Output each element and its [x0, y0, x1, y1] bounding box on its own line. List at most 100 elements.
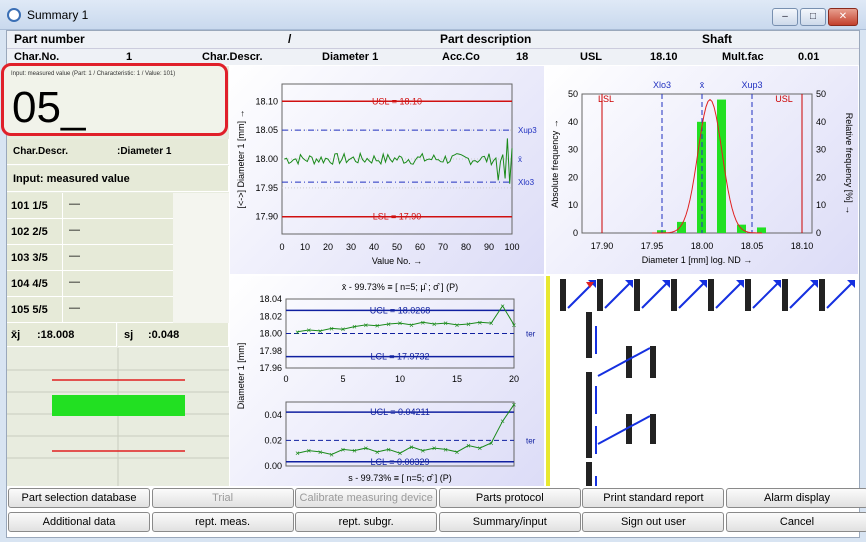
rept-meas-button[interactable]: rept. meas. [151, 512, 294, 532]
s-cell: sj :0.048 [118, 323, 229, 347]
xbar-point: × [375, 322, 380, 331]
measurement-row[interactable]: 104 4/5 — [7, 271, 229, 297]
sign-out-user-button[interactable]: Sign out user [582, 512, 725, 532]
lcl-label: LCL = 17.9732 [371, 352, 430, 362]
value-series-line [284, 138, 513, 184]
s-y-tick: 0.04 [264, 410, 282, 420]
y-axis-label: Absolute frequency → [550, 119, 560, 208]
s-label: sj [124, 329, 134, 341]
xbar-x-tick: 0 [283, 374, 288, 384]
ucl-label: UCL = 18.0268 [370, 305, 430, 315]
y-tick-label: 10 [568, 200, 578, 210]
y-tick-label: 0 [573, 228, 578, 238]
usl-label: USL = 18.10 [372, 96, 422, 106]
histogram-bar [757, 227, 766, 233]
s-point: × [466, 442, 471, 451]
sample-arrow [597, 347, 651, 377]
measurement-row[interactable]: 102 2/5 — [7, 219, 229, 245]
x-tick-label: 18.00 [691, 241, 714, 251]
s-point: × [432, 444, 437, 453]
char-descr-row: Char.Descr. :Diameter 1 [7, 139, 229, 165]
parts-protocol-button[interactable]: Parts protocol [438, 488, 581, 508]
sample-column [745, 279, 751, 311]
y-tick-label: 30 [568, 145, 578, 155]
lsl-label: LSL = 17.90 [373, 212, 421, 222]
xbar-x-tick: 20 [509, 374, 519, 384]
x-tick-label: 20 [323, 242, 333, 252]
y-tick-label: 17.90 [255, 212, 278, 222]
usl-label: USL [580, 51, 602, 63]
xbar-point: × [489, 319, 494, 328]
right-limit-label: Xlo3 [518, 178, 535, 187]
print-standard-report-button[interactable]: Print standard report [582, 488, 725, 508]
measurement-label: 101 1/5 [11, 200, 48, 212]
close-icon: ✕ [838, 11, 848, 22]
part-selection-database-button[interactable]: Part selection database [8, 488, 150, 508]
right-limit-label: Xup3 [518, 126, 537, 135]
y2-tick-label: 10 [816, 200, 826, 210]
measurement-label: 102 2/5 [11, 226, 48, 238]
s-y-tick: 0.02 [264, 435, 282, 445]
xbar-point: × [341, 325, 346, 334]
xbar-point: × [420, 318, 425, 327]
close-button[interactable]: ✕ [828, 8, 858, 26]
summary-input-button[interactable]: Summary/input [438, 512, 581, 532]
measurement-value: — [69, 302, 80, 314]
input-field[interactable]: Input: measured value (Part: 1 / Charact… [1, 63, 228, 136]
rept-subgr-button[interactable]: rept. subgr. [295, 512, 438, 532]
minimize-button[interactable]: – [772, 8, 798, 26]
sample-arrow [826, 281, 854, 309]
char-no-label: Char.No. [14, 51, 60, 63]
measurement-row[interactable]: 105 5/5 — [7, 297, 229, 323]
s-point: × [500, 417, 505, 426]
sample-column [819, 279, 825, 311]
alarm-display-button[interactable]: Alarm display [726, 488, 866, 508]
s-point: × [512, 401, 517, 410]
y-tick-label: 40 [568, 117, 578, 127]
x-tick-label: 90 [484, 242, 494, 252]
part-number-separator: / [288, 32, 292, 46]
value-chart-panel: 18.10 18.05 18.00 17.95 17.90 0 10 20 30 40 50 60 70… [230, 66, 544, 274]
app-icon [7, 8, 21, 22]
measurement-value: — [69, 276, 80, 288]
maximize-button[interactable]: □ [800, 8, 826, 26]
x-tick-label: 17.95 [641, 241, 664, 251]
s-point: × [477, 444, 482, 453]
y2-tick-label: 20 [816, 172, 826, 182]
y-tick-label: 18.10 [255, 96, 278, 106]
xbar-point: × [386, 320, 391, 329]
additional-data-button[interactable]: Additional data [8, 512, 150, 532]
header-divider [7, 48, 859, 49]
s-point: × [409, 443, 414, 452]
xbar-y-tick: 17.96 [259, 363, 282, 373]
y-axis-label: [<->] Diameter 1 [mm] → [236, 109, 246, 208]
measurement-row[interactable]: 101 1/5 — [7, 193, 229, 219]
xbar-point: × [363, 321, 368, 330]
trial-button[interactable]: Trial [151, 488, 294, 508]
s-point: × [352, 447, 357, 456]
sample-arrow [641, 281, 669, 309]
sample-column [586, 412, 592, 458]
acc-label: Acc.Co [442, 51, 480, 63]
calibrate-measuring-device-button[interactable]: Calibrate measuring device [295, 488, 438, 508]
part-description-label: Part description [440, 32, 532, 46]
measurement-value: — [69, 198, 80, 210]
s-point: × [341, 445, 346, 454]
left-char-descr-label: Char.Descr. [13, 146, 69, 157]
measurement-row[interactable]: 103 3/5 — [7, 245, 229, 271]
xbar-y-tick: 17.98 [259, 346, 282, 356]
x-tick-label: 18.05 [741, 241, 764, 251]
y2-tick-label: 30 [816, 145, 826, 155]
measurement-label: 105 5/5 [11, 304, 48, 316]
yellow-marker [546, 276, 550, 486]
histogram-top-label: USL [775, 94, 793, 104]
sample-column [586, 462, 592, 508]
s-point: × [420, 447, 425, 456]
s-point: × [375, 448, 380, 457]
cancel-button[interactable]: Cancel [726, 512, 866, 532]
measurement-list: 101 1/5 — 102 2/5 — 103 3/5 — 104 4/5 — 105 5/5 — [7, 193, 229, 323]
xbar-point: × [318, 327, 323, 336]
title-bar: Summary 1 – □ ✕ [0, 0, 866, 30]
left-input-label: Input: measured value [13, 173, 130, 185]
value-chart: 18.10 18.05 18.00 17.95 17.90 0 10 20 30 40 50 60 70… [236, 83, 537, 266]
